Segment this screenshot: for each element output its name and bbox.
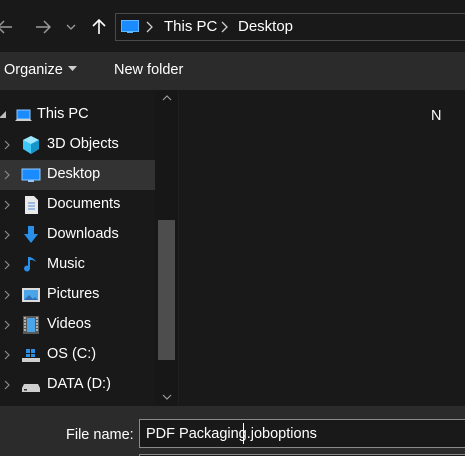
back-button[interactable] (0, 12, 18, 42)
scroll-down-icon[interactable] (162, 394, 172, 400)
tree-label: Music (47, 256, 85, 272)
chevron-right-icon (4, 290, 10, 300)
scroll-up-icon[interactable] (162, 95, 172, 101)
tree-label: OS (C:) (47, 346, 97, 362)
chevron-right-icon (221, 21, 228, 33)
organize-button[interactable]: Organize (4, 62, 63, 78)
tree-label: Documents (47, 196, 121, 212)
tree-label: Desktop (47, 166, 101, 182)
chevron-right-icon (4, 200, 10, 210)
monitor-icon (121, 20, 139, 33)
tree-item-pictures[interactable]: Pictures (0, 280, 155, 310)
tree-item-videos[interactable]: Videos (0, 310, 155, 340)
chevron-right-icon (4, 260, 10, 270)
tree-label: Videos (47, 316, 92, 332)
recent-locations-button[interactable] (62, 12, 80, 42)
desktop-icon (21, 168, 41, 182)
scrollbar-thumb[interactable] (158, 220, 175, 360)
tree-item-documents[interactable]: Documents (0, 190, 155, 220)
tree-item-os-c[interactable]: OS (C:) (0, 340, 155, 370)
tree-item-this-pc[interactable]: This PC (0, 100, 155, 130)
cube-icon (23, 136, 39, 154)
arrow-right-icon (36, 20, 51, 34)
drive-icon (22, 384, 40, 392)
tree-label: DATA (D:) (47, 376, 111, 392)
tree-item-music[interactable]: Music (0, 250, 155, 280)
new-folder-button[interactable]: New folder (114, 62, 183, 78)
document-icon (25, 196, 38, 214)
chevron-right-icon (4, 230, 10, 240)
tree-item-data-d[interactable]: DATA (D:) (0, 370, 155, 400)
film-icon (23, 316, 39, 334)
laptop-icon (15, 109, 32, 121)
chevron-right-icon (4, 140, 10, 150)
tree-item-downloads[interactable]: Downloads (0, 220, 155, 250)
tree-item-3d-objects[interactable]: 3D Objects (0, 130, 155, 160)
text-cursor (243, 423, 244, 444)
caret-down-icon (68, 66, 77, 71)
file-name-input[interactable] (139, 419, 465, 448)
file-name-bar: File name: (0, 406, 465, 456)
tree-item-desktop[interactable]: Desktop (0, 160, 155, 190)
nav-scrollbar[interactable] (155, 90, 178, 406)
navigation-pane[interactable]: This PC 3D Objects Desktop Documents Dow… (0, 90, 178, 406)
up-button[interactable] (86, 12, 112, 42)
column-header-name[interactable]: N (431, 108, 441, 124)
picture-icon (22, 288, 40, 302)
breadcrumb-desktop[interactable]: Desktop (238, 18, 293, 35)
address-bar[interactable]: This PC Desktop (115, 13, 465, 41)
file-list-pane[interactable]: N (178, 90, 465, 406)
chevron-right-icon (4, 380, 10, 390)
chevron-down-icon (66, 24, 76, 30)
command-bar: Organize New folder (0, 52, 465, 90)
tree-label: This PC (37, 106, 89, 122)
chevron-right-icon (4, 350, 10, 360)
chevron-expanded-icon (0, 111, 6, 118)
tree-label: 3D Objects (47, 136, 119, 152)
chevron-right-icon (146, 21, 153, 33)
tree-label: Downloads (47, 226, 119, 242)
arrow-left-icon (0, 20, 12, 34)
chevron-right-icon (4, 170, 10, 180)
windows-drive-icon (22, 349, 40, 362)
address-row: This PC Desktop (0, 0, 465, 52)
arrow-up-icon (92, 19, 106, 34)
music-note-icon (24, 257, 36, 272)
tree-label: Pictures (47, 286, 100, 302)
breadcrumb-this-pc[interactable]: This PC (164, 18, 217, 35)
forward-button[interactable] (30, 12, 56, 42)
download-arrow-icon (24, 226, 38, 243)
file-name-label: File name: (66, 427, 134, 443)
chevron-right-icon (4, 320, 10, 330)
